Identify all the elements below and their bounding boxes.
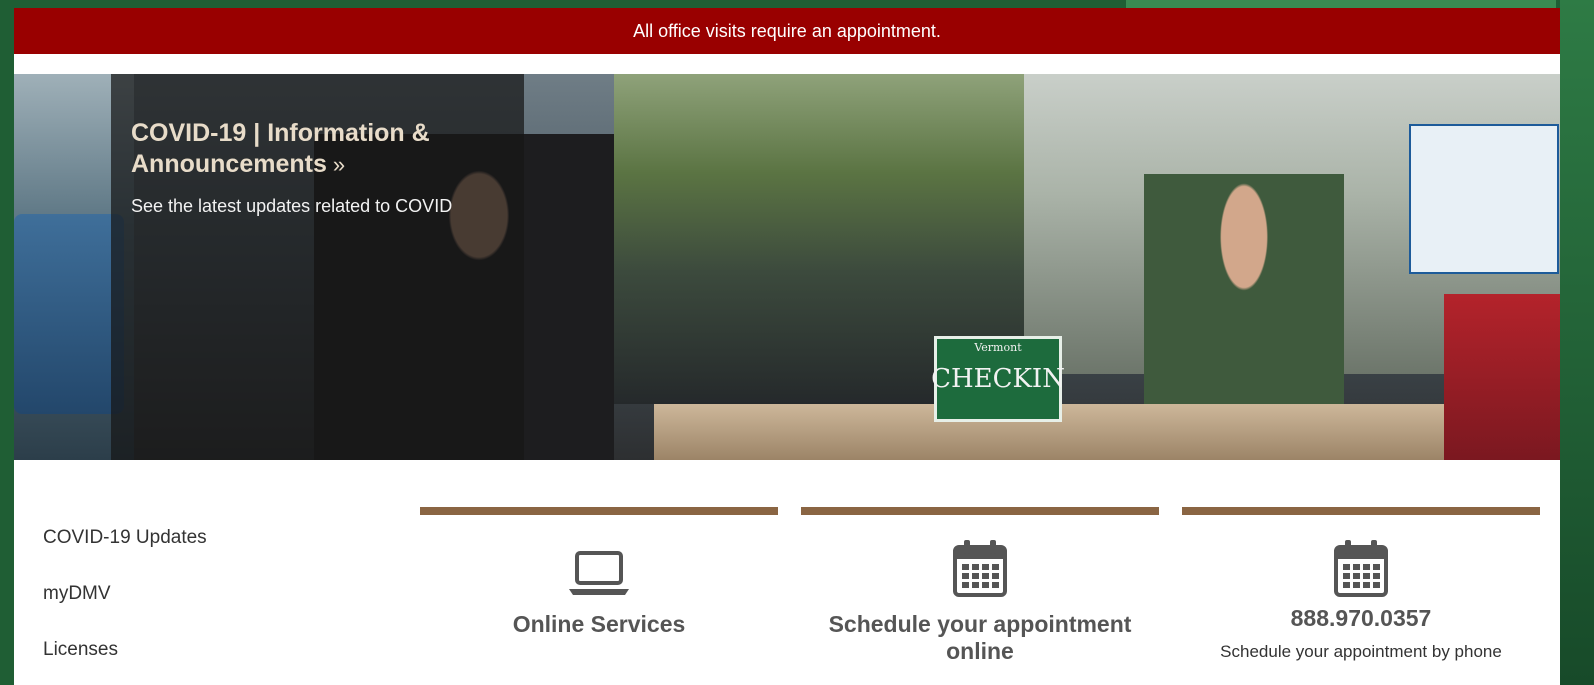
side-nav-item-licenses[interactable]: Licenses [43, 632, 207, 685]
card-schedule-phone[interactable]: 888.970.0357 Schedule your appointment b… [1182, 507, 1540, 685]
card-title[interactable]: Online Services [420, 611, 778, 638]
hero-photo-poster [1409, 124, 1559, 274]
hero-photo-checkin-plate: Vermont CHECKIN [931, 336, 1065, 422]
side-nav-item-covid[interactable]: COVID-19 Updates [43, 520, 207, 576]
card-top-bar [801, 507, 1159, 515]
side-nav: COVID-19 Updates myDMV Licenses [43, 520, 207, 685]
page: All office visits require an appointment… [14, 8, 1560, 685]
page-background-curve [1126, 0, 1556, 8]
hero-caption-title[interactable]: COVID-19 | Information & Announcements [131, 119, 430, 178]
plate-text: CHECKIN [931, 364, 1065, 394]
hero-caption-panel: COVID-19 | Information & Announcements» … [111, 74, 524, 460]
card-top-bar [1182, 507, 1540, 515]
hero-caption-title-link[interactable]: COVID-19 | Information & Announcements» [131, 118, 491, 180]
hero-caption-subtitle: See the latest updates related to COVID [131, 196, 453, 216]
card-title[interactable]: Schedule your appointment online [801, 611, 1159, 665]
appointment-alert-bar: All office visits require an appointment… [14, 8, 1560, 54]
card-title[interactable]: 888.970.0357 [1182, 605, 1540, 632]
card-online-services[interactable]: Online Services [420, 507, 778, 685]
card-top-bar [420, 507, 778, 515]
card-schedule-online[interactable]: Schedule your appointment online [801, 507, 1159, 685]
calendar-icon [1326, 537, 1396, 597]
page-background-edge [1560, 0, 1594, 685]
hero-photo-car [14, 214, 124, 414]
double-chevron-right-icon: » [332, 152, 346, 177]
laptop-icon [564, 537, 634, 597]
hero-photo-counter [654, 404, 1560, 460]
hero-slider[interactable]: Vermont CHECKIN COVID-19 | Information &… [14, 74, 1560, 460]
card-subtitle: Schedule your appointment by phone [1220, 642, 1502, 661]
hero-photo-interpreter-poster [1444, 294, 1560, 460]
calendar-icon [945, 537, 1015, 597]
alert-text: All office visits require an appointment… [633, 20, 941, 41]
plate-state: Vermont [974, 341, 1022, 354]
side-nav-item-mydmv[interactable]: myDMV [43, 576, 207, 632]
